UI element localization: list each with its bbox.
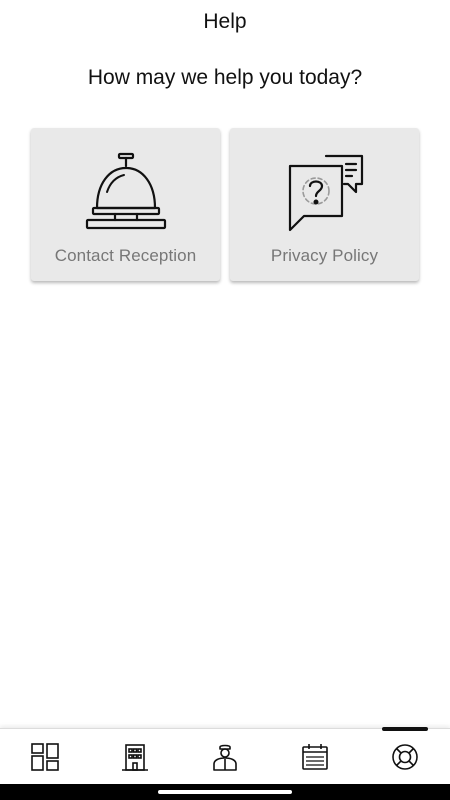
nav-dashboard[interactable]: [0, 729, 90, 785]
contact-reception-label: Contact Reception: [54, 246, 197, 265]
nav-hotel[interactable]: [90, 729, 180, 785]
app-header: Help: [0, 0, 450, 44]
contact-reception-card[interactable]: Contact Reception: [31, 128, 220, 281]
nav-calendar[interactable]: [270, 729, 360, 785]
system-navigation-bar: [0, 784, 450, 800]
concierge-person-icon: [210, 742, 240, 772]
lifebuoy-help-icon: [390, 742, 420, 772]
home-indicator[interactable]: [158, 790, 292, 794]
reception-bell-icon: [83, 150, 169, 236]
dashboard-grid-icon: [30, 742, 60, 772]
help-chat-bubbles-icon: [282, 150, 368, 236]
nav-help[interactable]: [360, 727, 450, 785]
help-options: Contact Reception Privacy Policy: [31, 128, 419, 281]
help-prompt: How may we help you today?: [87, 66, 363, 89]
calendar-icon: [300, 742, 330, 772]
hotel-building-icon: [120, 742, 150, 772]
bottom-navigation: [0, 727, 450, 785]
page-title: Help: [203, 10, 247, 33]
nav-concierge[interactable]: [180, 729, 270, 785]
privacy-policy-label: Privacy Policy: [270, 246, 379, 265]
privacy-policy-card[interactable]: Privacy Policy: [230, 128, 419, 281]
active-tab-indicator: [382, 727, 428, 731]
